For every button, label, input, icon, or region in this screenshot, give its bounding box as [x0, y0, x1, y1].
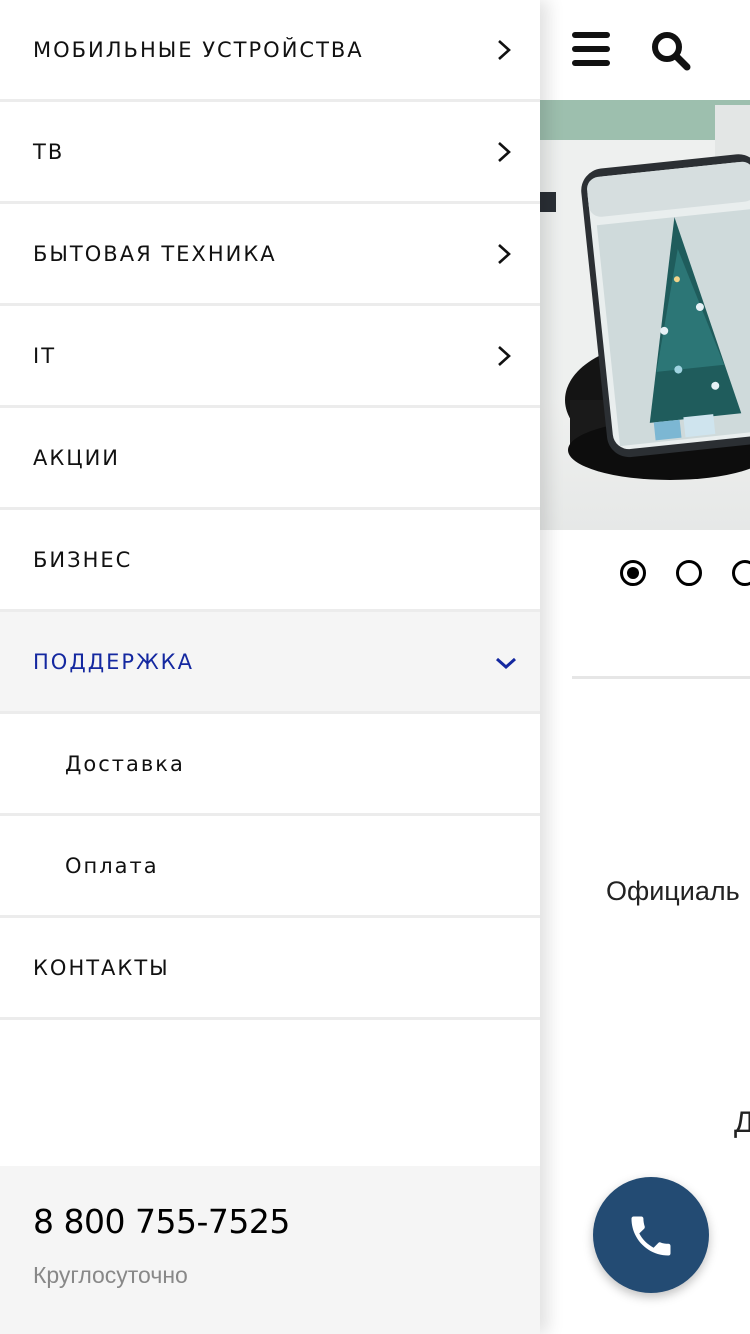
- menu-item-tv[interactable]: ТВ: [0, 102, 540, 204]
- menu-item-it[interactable]: IT: [0, 306, 540, 408]
- submenu-item-payment[interactable]: Оплата: [0, 816, 540, 918]
- navigation-drawer: МОБИЛЬНЫЕ УСТРОЙСТВА ТВ БЫТОВАЯ ТЕХНИКА …: [0, 0, 540, 1334]
- submenu-item-label: Оплата: [65, 854, 159, 878]
- carousel-dot-1[interactable]: [620, 560, 646, 586]
- carousel-dots: [620, 560, 750, 590]
- menu-item-label: МОБИЛЬНЫЕ УСТРОЙСТВА: [33, 38, 364, 62]
- submenu-item-label: Доставка: [65, 752, 185, 776]
- hero-banner-image[interactable]: [540, 100, 750, 530]
- menu-item-label: БЫТОВАЯ ТЕХНИКА: [33, 242, 277, 266]
- phone-number-link[interactable]: 8 800 755-7525: [33, 1202, 290, 1241]
- hero-illustration: [540, 100, 750, 480]
- hamburger-icon[interactable]: [572, 32, 612, 68]
- menu-item-label: АКЦИИ: [33, 446, 120, 470]
- menu-item-label: КОНТАКТЫ: [33, 956, 170, 980]
- menu-item-contacts[interactable]: КОНТАКТЫ: [0, 918, 540, 1020]
- main-page: Официаль Д: [540, 0, 750, 1334]
- menu-item-promotions[interactable]: АКЦИИ: [0, 408, 540, 510]
- call-button[interactable]: [593, 1177, 709, 1293]
- chevron-right-icon: [498, 346, 511, 366]
- page-body-text: Д: [734, 1106, 750, 1139]
- menu-item-support[interactable]: ПОДДЕРЖКА: [0, 612, 540, 714]
- menu-item-mobile-devices[interactable]: МОБИЛЬНЫЕ УСТРОЙСТВА: [0, 0, 540, 102]
- chevron-right-icon: [498, 142, 511, 162]
- chevron-right-icon: [498, 244, 511, 264]
- chevron-down-icon: [496, 657, 516, 670]
- page-heading-text: Официаль: [606, 876, 740, 906]
- menu-item-label: IT: [33, 344, 57, 368]
- support-hours: Круглосуточно: [33, 1262, 188, 1288]
- menu-item-label: ТВ: [33, 140, 65, 164]
- menu-item-home-appliances[interactable]: БЫТОВАЯ ТЕХНИКА: [0, 204, 540, 306]
- drawer-footer: 8 800 755-7525 Круглосуточно: [0, 1166, 540, 1334]
- chevron-right-icon: [498, 40, 511, 60]
- submenu-item-delivery[interactable]: Доставка: [0, 714, 540, 816]
- page-header: [540, 0, 750, 100]
- carousel-dot-2[interactable]: [676, 560, 702, 586]
- search-icon[interactable]: [650, 30, 692, 72]
- menu-item-label: БИЗНЕС: [33, 548, 133, 572]
- menu-item-business[interactable]: БИЗНЕС: [0, 510, 540, 612]
- menu-item-label: ПОДДЕРЖКА: [33, 650, 194, 674]
- page-divider: [572, 676, 750, 679]
- carousel-dot-3[interactable]: [732, 560, 750, 586]
- phone-icon: [631, 1216, 671, 1256]
